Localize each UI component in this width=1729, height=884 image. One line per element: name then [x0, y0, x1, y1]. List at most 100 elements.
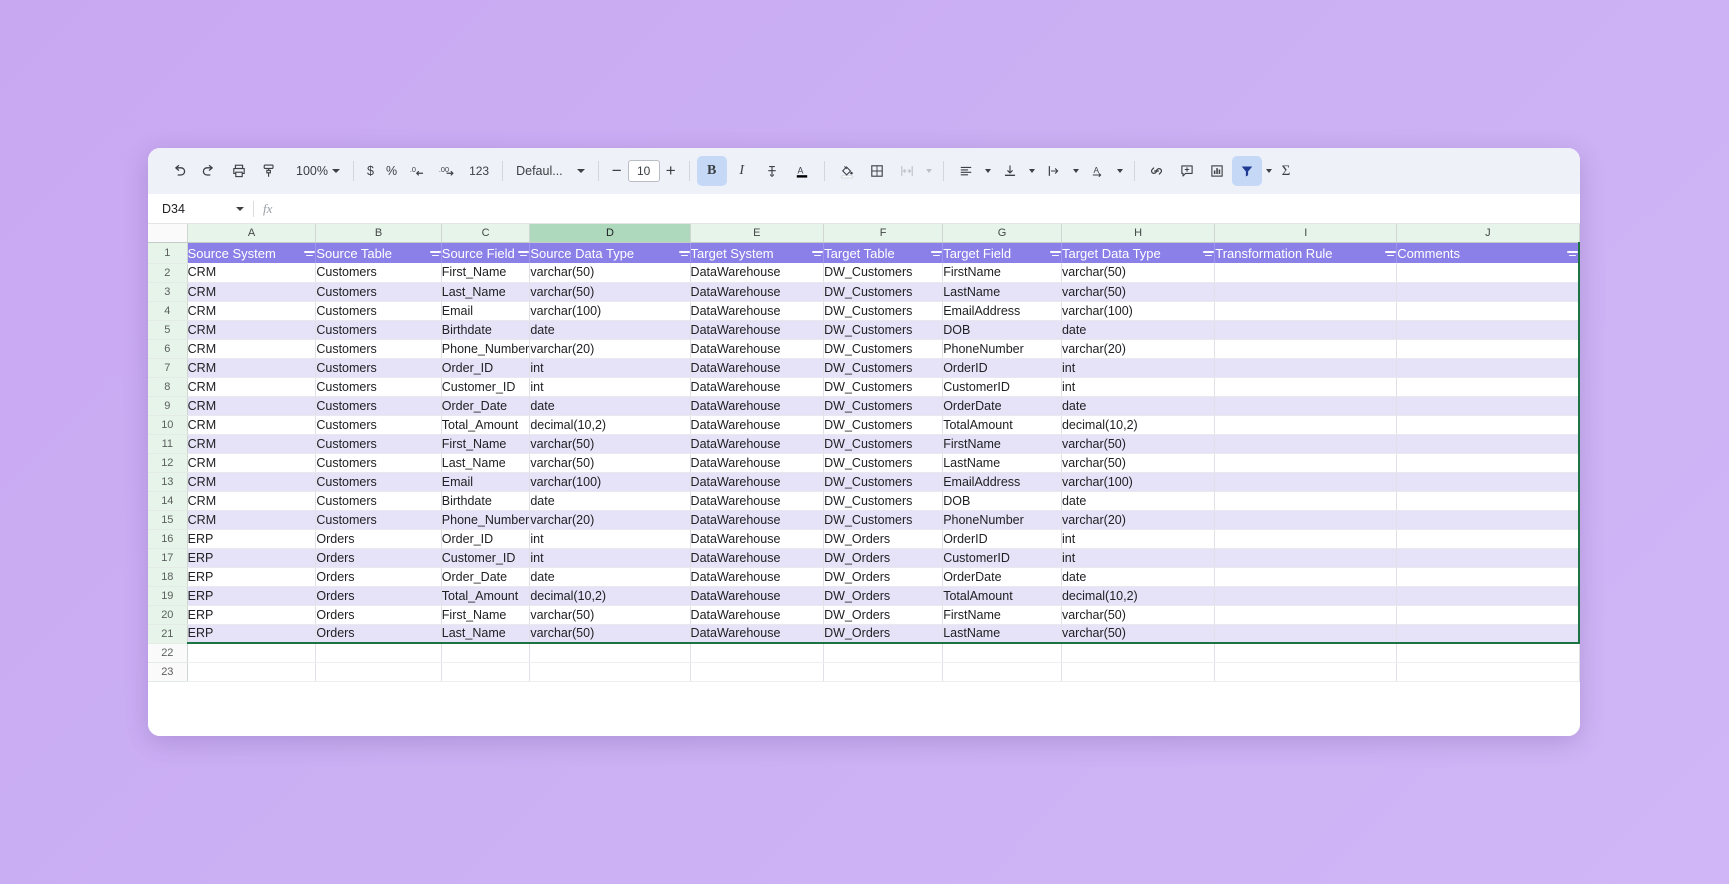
cell-D15[interactable]: varchar(20): [529, 510, 691, 530]
cell-I18[interactable]: [1214, 567, 1398, 587]
cell-E23[interactable]: [690, 662, 825, 682]
percent-format-button[interactable]: %: [380, 157, 403, 185]
cell-D16[interactable]: int: [529, 529, 691, 549]
cell-I2[interactable]: [1214, 263, 1398, 283]
cell-H3[interactable]: varchar(50): [1061, 282, 1216, 302]
cell-D9[interactable]: date: [529, 396, 691, 416]
row-header-2[interactable]: 2: [148, 263, 188, 283]
horizontal-align-icon[interactable]: [951, 156, 981, 186]
cell-I12[interactable]: [1214, 453, 1398, 473]
cell-E4[interactable]: DataWarehouse: [690, 301, 825, 321]
filter-icon[interactable]: [1231, 156, 1262, 186]
cell-G8[interactable]: CustomerID: [942, 377, 1062, 397]
cell-C23[interactable]: [441, 662, 531, 682]
cell-B10[interactable]: Customers: [315, 415, 442, 435]
cell-H7[interactable]: int: [1061, 358, 1216, 378]
cell-D14[interactable]: date: [529, 491, 691, 511]
cell-B18[interactable]: Orders: [315, 567, 442, 587]
cell-A11[interactable]: CRM: [187, 434, 317, 454]
cell-F3[interactable]: DW_Customers: [823, 282, 944, 302]
cell-F19[interactable]: DW_Orders: [823, 586, 944, 606]
merge-cells-dropdown[interactable]: [922, 156, 936, 186]
more-formats-button[interactable]: 123: [463, 157, 495, 185]
cell-F21[interactable]: DW_Orders: [823, 624, 944, 644]
horizontal-align-dropdown[interactable]: [981, 156, 995, 186]
cell-C12[interactable]: Last_Name: [441, 453, 531, 473]
cell-A2[interactable]: CRM: [187, 263, 317, 283]
cell-B16[interactable]: Orders: [315, 529, 442, 549]
borders-icon[interactable]: [862, 156, 892, 186]
cell-D8[interactable]: int: [529, 377, 691, 397]
cell-C16[interactable]: Order_ID: [441, 529, 531, 549]
cell-C13[interactable]: Email: [441, 472, 531, 492]
cell-E22[interactable]: [690, 643, 825, 663]
cell-B2[interactable]: Customers: [315, 263, 442, 283]
cell-I21[interactable]: [1214, 624, 1398, 644]
cell-H5[interactable]: date: [1061, 320, 1216, 340]
cell-G20[interactable]: FirstName: [942, 605, 1062, 625]
cell-E17[interactable]: DataWarehouse: [690, 548, 825, 568]
cell-J18[interactable]: [1396, 567, 1580, 587]
text-rotation-icon[interactable]: A: [1083, 156, 1113, 186]
row-header-16[interactable]: 16: [148, 529, 188, 549]
cell-E8[interactable]: DataWarehouse: [690, 377, 825, 397]
spreadsheet-grid[interactable]: ABCDEFGHIJ 1 Source System Source Table Sou…: [148, 224, 1580, 736]
cell-F11[interactable]: DW_Customers: [823, 434, 944, 454]
cell-E11[interactable]: DataWarehouse: [690, 434, 825, 454]
cell-H22[interactable]: [1061, 643, 1216, 663]
cell-F12[interactable]: DW_Customers: [823, 453, 944, 473]
cell-H2[interactable]: varchar(50): [1061, 263, 1216, 283]
cell-D13[interactable]: varchar(100): [529, 472, 691, 492]
cell-G7[interactable]: OrderID: [942, 358, 1062, 378]
row-header-10[interactable]: 10: [148, 415, 188, 435]
cell-J5[interactable]: [1396, 320, 1580, 340]
cell-A4[interactable]: CRM: [187, 301, 317, 321]
cell-H16[interactable]: int: [1061, 529, 1216, 549]
cell-D4[interactable]: varchar(100): [529, 301, 691, 321]
row-header-6[interactable]: 6: [148, 339, 188, 359]
font-family-dropdown[interactable]: Defaul...: [510, 157, 591, 185]
row-header-9[interactable]: 9: [148, 396, 188, 416]
cell-G17[interactable]: CustomerID: [942, 548, 1062, 568]
decrease-font-size-button[interactable]: −: [606, 161, 628, 181]
cell-B12[interactable]: Customers: [315, 453, 442, 473]
redo-icon[interactable]: [194, 156, 224, 186]
zoom-dropdown[interactable]: 100%: [290, 157, 346, 185]
cell-G12[interactable]: LastName: [942, 453, 1062, 473]
cell-E15[interactable]: DataWarehouse: [690, 510, 825, 530]
filter-icon[interactable]: [812, 250, 823, 261]
row-header-18[interactable]: 18: [148, 567, 188, 587]
cell-I4[interactable]: [1214, 301, 1398, 321]
formula-input[interactable]: [272, 194, 1580, 223]
cell-E7[interactable]: DataWarehouse: [690, 358, 825, 378]
column-title-e[interactable]: Target System: [690, 242, 825, 263]
cell-G11[interactable]: FirstName: [942, 434, 1062, 454]
row-header-11[interactable]: 11: [148, 434, 188, 454]
cell-H12[interactable]: varchar(50): [1061, 453, 1216, 473]
cell-A15[interactable]: CRM: [187, 510, 317, 530]
cell-G13[interactable]: EmailAddress: [942, 472, 1062, 492]
cell-J3[interactable]: [1396, 282, 1580, 302]
cell-D20[interactable]: varchar(50): [529, 605, 691, 625]
cell-F9[interactable]: DW_Customers: [823, 396, 944, 416]
column-header-c[interactable]: C: [441, 224, 531, 243]
cell-C11[interactable]: First_Name: [441, 434, 531, 454]
cell-F6[interactable]: DW_Customers: [823, 339, 944, 359]
cell-G14[interactable]: DOB: [942, 491, 1062, 511]
row-header-14[interactable]: 14: [148, 491, 188, 511]
insert-comment-icon[interactable]: [1172, 156, 1202, 186]
cell-I7[interactable]: [1214, 358, 1398, 378]
text-wrap-dropdown[interactable]: [1069, 156, 1083, 186]
cell-A21[interactable]: ERP: [187, 624, 317, 644]
paint-format-icon[interactable]: [254, 156, 284, 186]
cell-B21[interactable]: Orders: [315, 624, 442, 644]
cell-I19[interactable]: [1214, 586, 1398, 606]
cell-D11[interactable]: varchar(50): [529, 434, 691, 454]
column-header-e[interactable]: E: [690, 224, 825, 243]
cell-C8[interactable]: Customer_ID: [441, 377, 531, 397]
row-header-17[interactable]: 17: [148, 548, 188, 568]
cell-G15[interactable]: PhoneNumber: [942, 510, 1062, 530]
decrease-decimal-button[interactable]: .0: [403, 156, 433, 186]
bold-button[interactable]: B: [696, 156, 727, 186]
merge-cells-icon[interactable]: [892, 156, 922, 186]
